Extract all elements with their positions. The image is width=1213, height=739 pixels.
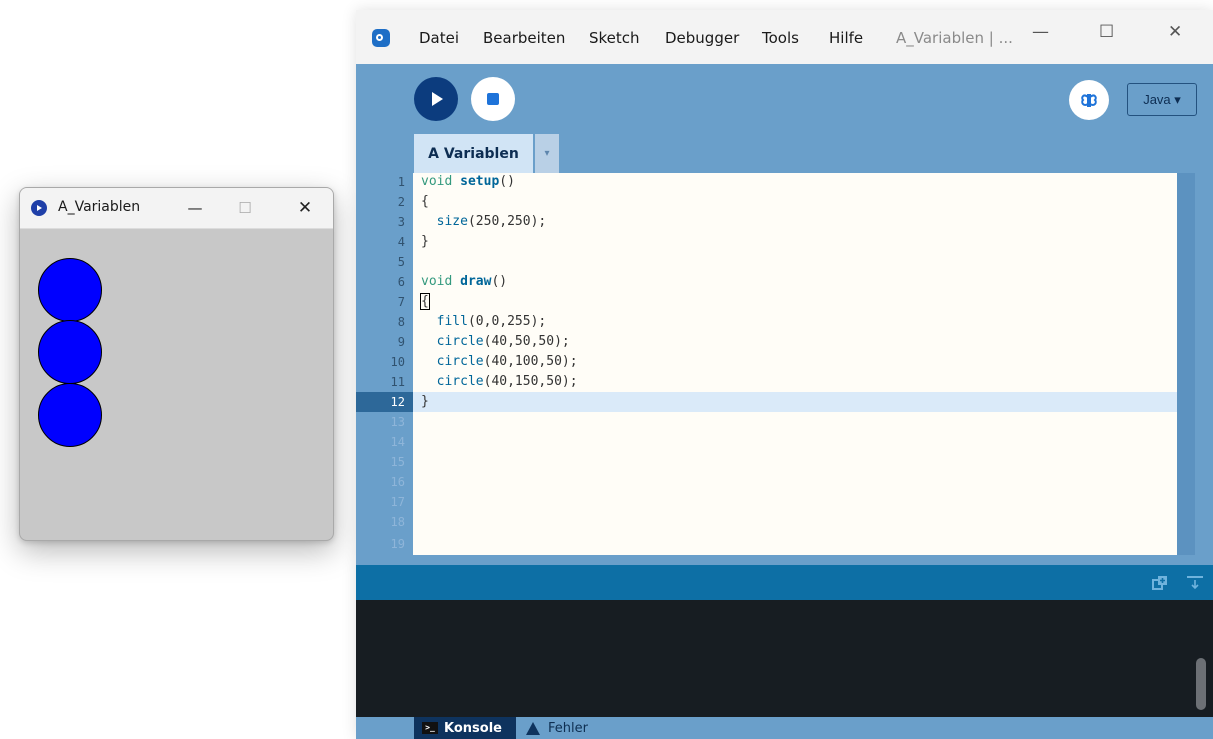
scroll-lock-icon[interactable]: [1186, 575, 1204, 591]
stop-button[interactable]: [471, 77, 515, 121]
code-line: void draw(): [421, 274, 508, 289]
close-icon[interactable]: ✕: [1168, 22, 1182, 42]
minimize-icon[interactable]: —: [1032, 22, 1049, 42]
tab-a-variablen[interactable]: A Variablen: [414, 134, 533, 173]
window-title: A_Variablen | ...: [896, 29, 1013, 47]
line-number: 15: [390, 455, 405, 469]
console-scrollbar[interactable]: [1196, 658, 1206, 710]
stop-icon: [487, 93, 499, 105]
warning-icon: [526, 721, 540, 735]
sketch-window-title: A_Variablen: [58, 199, 141, 215]
sketch-title-bar[interactable]: A_Variablen — ☐ ✕: [20, 188, 333, 229]
line-number: 2: [397, 195, 405, 209]
close-icon[interactable]: ✕: [282, 188, 328, 228]
maximize-icon[interactable]: ☐: [1099, 22, 1114, 42]
code-line: circle(40,100,50);: [436, 354, 578, 369]
line-number: 18: [390, 515, 405, 529]
line-number: 11: [390, 375, 405, 389]
editor-console-divider[interactable]: [356, 555, 1213, 565]
line-number: 4: [397, 235, 405, 249]
butterfly-icon: [1081, 94, 1097, 107]
terminal-icon: >_: [422, 722, 438, 734]
line-number: 6: [397, 275, 405, 289]
code-line: fill(0,0,255);: [436, 314, 547, 329]
tab-fehler[interactable]: Fehler: [526, 717, 588, 739]
processing-app-icon: [372, 29, 390, 47]
editor-scrollbar[interactable]: [1177, 173, 1195, 555]
console-header: [356, 565, 1213, 600]
bracket-match: {: [420, 293, 430, 310]
line-number: 9: [397, 335, 405, 349]
line-number: 7: [397, 295, 405, 309]
line-number: 1: [397, 175, 405, 189]
line-number: 5: [397, 255, 405, 269]
menu-bearbeiten[interactable]: Bearbeiten: [483, 29, 565, 47]
line-number: 14: [390, 435, 405, 449]
processing-logo-icon: [31, 200, 47, 216]
line-number-current: 12: [390, 395, 405, 409]
line-number: 19: [390, 537, 405, 551]
blue-circle-1: [38, 258, 102, 322]
code-line: size(250,250);: [436, 214, 547, 229]
blue-circle-3: [38, 383, 102, 447]
code-line: }: [421, 234, 429, 249]
copy-console-icon[interactable]: [1152, 575, 1168, 591]
minimize-icon[interactable]: —: [172, 188, 218, 228]
debug-button[interactable]: [1069, 80, 1109, 120]
line-number: 17: [390, 495, 405, 509]
current-line-highlight: [413, 392, 1177, 412]
mode-selector[interactable]: Java ▾: [1127, 83, 1197, 116]
play-icon: [432, 92, 443, 106]
tab-konsole[interactable]: >_ Konsole: [414, 717, 516, 739]
code-line: circle(40,150,50);: [436, 374, 578, 389]
code-line: }: [421, 394, 429, 409]
tab-konsole-label: Konsole: [444, 720, 502, 736]
line-number: 8: [397, 315, 405, 329]
code-line: circle(40,50,50);: [436, 334, 570, 349]
line-number: 16: [390, 475, 405, 489]
ide-window: Datei Bearbeiten Sketch Debugger Tools H…: [356, 10, 1213, 739]
code-line: {: [421, 194, 429, 209]
sketch-canvas: [38, 258, 102, 447]
code-line: void setup(): [421, 174, 515, 189]
line-number: 3: [397, 215, 405, 229]
line-number: 10: [390, 355, 405, 369]
tab-fehler-label: Fehler: [548, 720, 588, 736]
maximize-icon[interactable]: ☐: [222, 188, 268, 228]
menu-bar: Datei Bearbeiten Sketch Debugger Tools H…: [356, 10, 1213, 64]
sketch-window: A_Variablen — ☐ ✕: [19, 187, 334, 541]
menu-debugger[interactable]: Debugger: [665, 29, 739, 47]
line-number: 13: [390, 415, 405, 429]
blue-circle-2: [38, 320, 102, 384]
menu-sketch[interactable]: Sketch: [589, 29, 640, 47]
code-line: {: [420, 293, 430, 310]
tab-menu-button[interactable]: ▾: [535, 134, 559, 173]
menu-datei[interactable]: Datei: [419, 29, 459, 47]
menu-hilfe[interactable]: Hilfe: [829, 29, 863, 47]
menu-tools[interactable]: Tools: [762, 29, 799, 47]
console-output[interactable]: [356, 600, 1213, 717]
run-button[interactable]: [414, 77, 458, 121]
